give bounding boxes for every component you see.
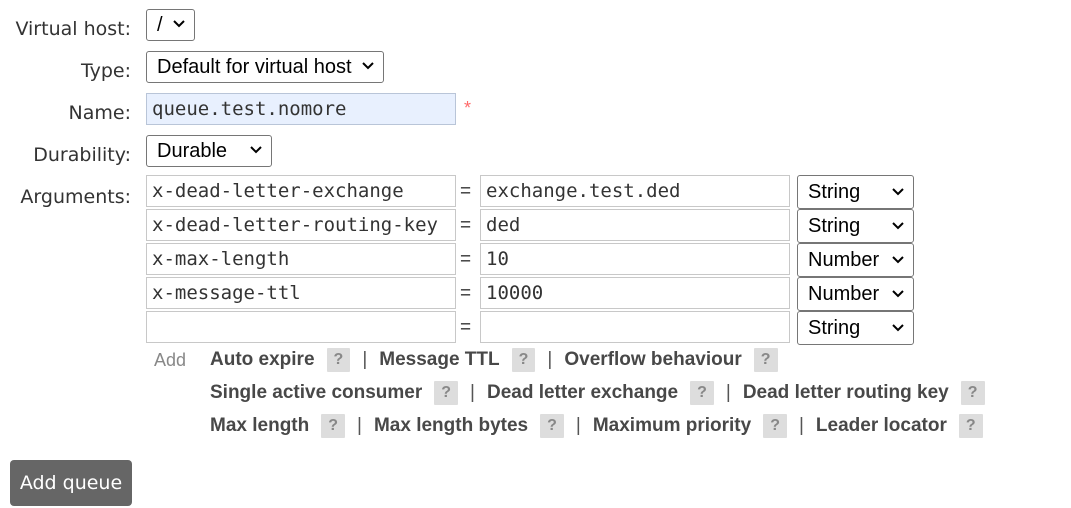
chevron-down-icon <box>892 324 904 332</box>
help-icon[interactable]: ? <box>540 414 564 438</box>
equals-sign: = <box>460 215 472 236</box>
argument-type-value: String <box>808 180 861 203</box>
help-icon[interactable]: ? <box>326 348 351 372</box>
chevron-down-icon <box>250 146 262 154</box>
argument-key-input[interactable]: x-max-length <box>146 243 456 275</box>
separator: | <box>470 382 475 403</box>
argument-key-input[interactable]: x-dead-letter-routing-key <box>146 209 456 241</box>
argument-value-input[interactable]: 10000 <box>480 277 790 309</box>
argument-type-value: String <box>808 214 861 237</box>
separator: | <box>357 415 362 436</box>
suggestion-maximum-priority[interactable]: Maximum priority <box>593 415 751 437</box>
argument-type-select[interactable]: Number <box>797 243 914 277</box>
argument-value-input[interactable] <box>480 311 790 343</box>
help-icon[interactable]: ? <box>690 381 714 405</box>
durability-value: Durable <box>157 139 228 162</box>
suggestion-row-2: Single active consumer ? | Dead letter e… <box>210 381 985 405</box>
suggestion-row-3: Max length ? | Max length bytes ? | Maxi… <box>210 414 983 438</box>
chevron-down-icon <box>892 222 904 230</box>
chevron-down-icon <box>892 256 904 264</box>
argument-key-input[interactable]: x-dead-letter-exchange <box>146 175 456 207</box>
argument-type-value: Number <box>808 248 880 271</box>
argument-type-select[interactable]: String <box>797 311 914 345</box>
help-icon[interactable]: ? <box>753 348 778 372</box>
name-label: Name: <box>68 102 131 124</box>
equals-sign: = <box>460 181 472 202</box>
help-icon[interactable]: ? <box>958 414 983 438</box>
name-input[interactable]: queue.test.nomore <box>146 93 456 125</box>
help-icon[interactable]: ? <box>434 381 459 405</box>
suggestion-single-active-consumer[interactable]: Single active consumer <box>210 382 422 404</box>
argument-type-select[interactable]: String <box>797 209 914 243</box>
required-asterisk: * <box>464 98 472 118</box>
type-select[interactable]: Default for virtual host <box>146 51 384 83</box>
type-label: Type: <box>80 60 131 82</box>
suggestion-message-ttl[interactable]: Message TTL <box>379 349 499 371</box>
separator: | <box>798 415 804 436</box>
argument-type-select[interactable]: Number <box>797 277 914 311</box>
chevron-down-icon <box>362 62 374 70</box>
separator: | <box>575 415 581 436</box>
help-icon[interactable]: ? <box>960 381 985 405</box>
argument-key-input[interactable] <box>146 311 456 343</box>
chevron-down-icon <box>892 188 904 196</box>
suggestion-overflow-behaviour[interactable]: Overflow behaviour <box>564 349 741 371</box>
virtual-host-value: / <box>157 13 163 36</box>
suggestion-dead-letter-exchange[interactable]: Dead letter exchange <box>487 382 678 404</box>
virtual-host-select[interactable]: / <box>146 9 195 41</box>
argument-key-input[interactable]: x-message-ttl <box>146 277 456 309</box>
equals-sign: = <box>460 249 472 270</box>
argument-type-value: String <box>808 316 861 339</box>
argument-value-input[interactable]: 10 <box>480 243 790 275</box>
help-icon[interactable]: ? <box>763 414 787 438</box>
suggestion-max-length[interactable]: Max length <box>210 415 309 437</box>
durability-label: Durability: <box>33 144 131 166</box>
equals-sign: = <box>460 283 472 304</box>
add-queue-button[interactable]: Add queue <box>10 460 132 506</box>
suggestion-dead-letter-routing-key[interactable]: Dead letter routing key <box>743 382 949 404</box>
argument-value-input[interactable]: ded <box>480 209 790 241</box>
help-icon[interactable]: ? <box>321 414 346 438</box>
separator: | <box>362 349 368 370</box>
durability-select[interactable]: Durable <box>146 135 272 167</box>
equals-sign: = <box>460 317 472 338</box>
separator: | <box>547 349 553 370</box>
argument-type-value: Number <box>808 282 880 305</box>
separator: | <box>725 382 731 403</box>
chevron-down-icon <box>892 290 904 298</box>
type-value: Default for virtual host <box>157 55 352 78</box>
argument-value-input[interactable]: exchange.test.ded <box>480 175 790 207</box>
suggestion-row-1: Auto expire ? | Message TTL ? | Overflow… <box>210 348 778 372</box>
suggestion-leader-locator[interactable]: Leader locator <box>816 415 947 437</box>
help-icon[interactable]: ? <box>511 348 536 372</box>
add-label: Add <box>154 350 187 370</box>
suggestion-auto-expire[interactable]: Auto expire <box>210 349 315 371</box>
argument-type-select[interactable]: String <box>797 175 914 209</box>
chevron-down-icon <box>173 20 185 28</box>
virtual-host-label: Virtual host: <box>15 18 131 40</box>
suggestion-max-length-bytes[interactable]: Max length bytes <box>374 415 528 437</box>
arguments-label: Arguments: <box>20 186 131 208</box>
